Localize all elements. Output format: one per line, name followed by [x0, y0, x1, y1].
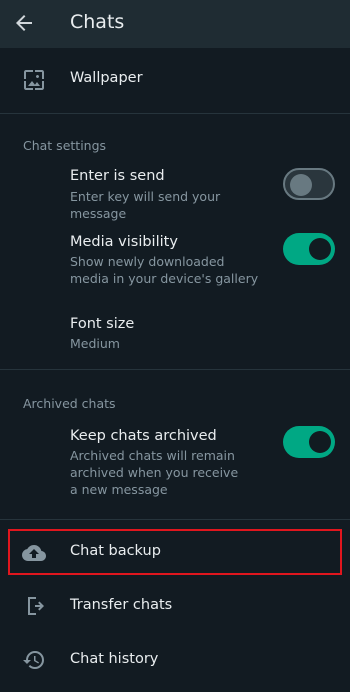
toggle-knob — [309, 431, 331, 453]
font-size-value: Medium — [70, 336, 120, 351]
toggle-knob — [290, 174, 312, 196]
wallpaper-icon — [22, 68, 46, 92]
history-icon — [22, 648, 46, 672]
section-title-archived-chats: Archived chats — [23, 396, 116, 411]
chat-history-item[interactable]: Chat history — [0, 638, 350, 684]
enter-is-send-item[interactable]: Enter is send Enter key will send your m… — [0, 162, 350, 221]
transfer-chats-item[interactable]: Transfer chats — [0, 584, 350, 630]
keep-chats-archived-item[interactable]: Keep chats archived Archived chats will … — [0, 422, 350, 498]
divider — [0, 113, 350, 114]
enter-is-send-toggle[interactable] — [283, 168, 335, 200]
page-title: Chats — [70, 11, 125, 33]
keep-chats-archived-description: Archived chats will remain archived when… — [70, 448, 239, 497]
highlight-box — [8, 529, 342, 575]
back-arrow-icon[interactable] — [12, 11, 36, 35]
wallpaper-item[interactable]: Wallpaper — [0, 52, 350, 108]
transfer-chats-label: Transfer chats — [70, 597, 173, 613]
section-title-chat-settings: Chat settings — [23, 138, 107, 153]
font-size-item[interactable]: Font size Medium — [0, 310, 350, 356]
media-visibility-toggle[interactable] — [283, 233, 335, 265]
media-visibility-description: Show newly downloaded media in your devi… — [70, 254, 259, 286]
keep-chats-archived-toggle[interactable] — [283, 426, 335, 458]
wallpaper-label: Wallpaper — [70, 70, 143, 86]
enter-is-send-label: Enter is send — [70, 168, 165, 184]
transfer-icon — [22, 594, 46, 618]
media-visibility-item[interactable]: Media visibility Show newly downloaded m… — [0, 228, 350, 290]
enter-is-send-description: Enter key will send your message — [70, 189, 221, 221]
chat-history-label: Chat history — [70, 651, 159, 667]
keep-chats-archived-label: Keep chats archived — [70, 428, 217, 444]
app-bar: Chats — [0, 0, 350, 48]
toggle-knob — [309, 238, 331, 260]
font-size-label: Font size — [70, 316, 135, 332]
divider — [0, 369, 350, 370]
divider — [0, 519, 350, 520]
media-visibility-label: Media visibility — [70, 234, 178, 250]
